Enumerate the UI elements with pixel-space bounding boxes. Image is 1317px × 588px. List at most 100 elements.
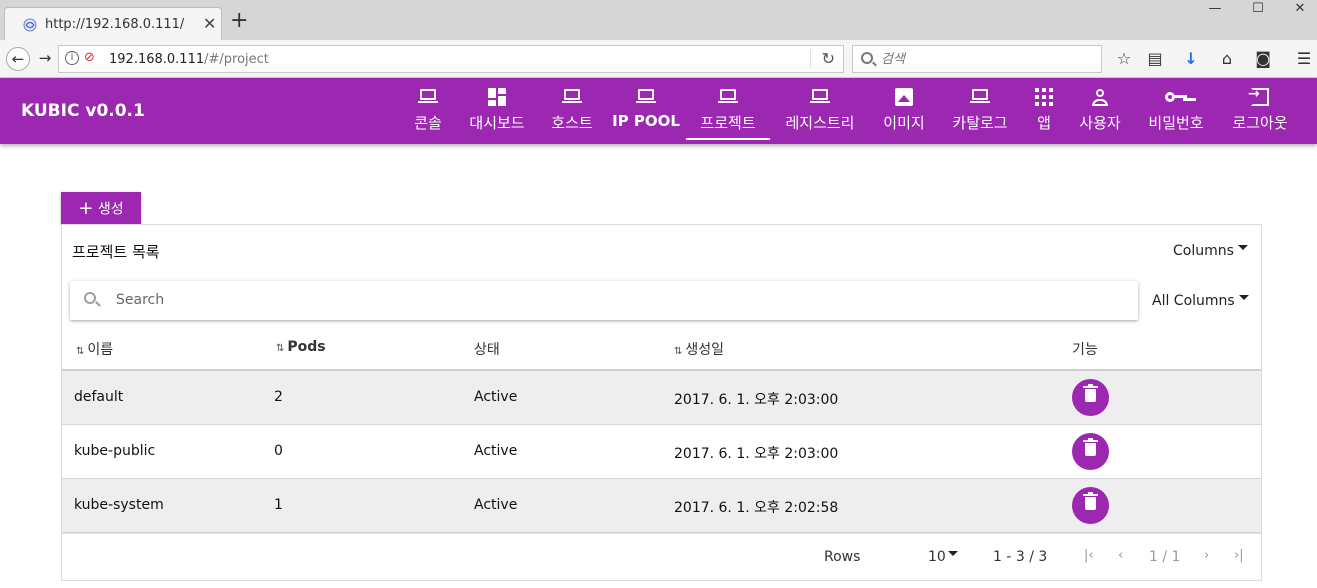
search-input[interactable] bbox=[116, 290, 1116, 310]
column-header-status: 상태 bbox=[474, 342, 500, 358]
project-list-panel: 프로젝트 목록 Columns All Columns ⇅이름 ⇅Pods 상태… bbox=[61, 224, 1262, 581]
url-bar[interactable]: i ⊘ 192.168.0.111/#/project ↻ bbox=[58, 45, 844, 73]
menu-label: IP POOL bbox=[612, 112, 680, 130]
menu-item-catalog[interactable]: 카탈로그 bbox=[944, 78, 1016, 140]
sort-icon: ⇅ bbox=[276, 343, 285, 354]
cell-status: Active bbox=[474, 497, 518, 513]
app-brand[interactable]: KUBIC v0.0.1 bbox=[21, 101, 145, 121]
menu-item-logout[interactable]: 로그아웃 bbox=[1224, 78, 1296, 140]
url-separator bbox=[810, 50, 811, 68]
all-columns-dropdown[interactable]: All Columns bbox=[1152, 293, 1249, 309]
table-row[interactable]: kube-system 1 Active 2017. 6. 1. 오후 2:02… bbox=[62, 479, 1261, 533]
menu-item-project[interactable]: 프로젝트 bbox=[686, 78, 770, 140]
pocket-icon[interactable]: ◙ bbox=[1253, 49, 1273, 69]
menu-item-image[interactable]: 이미지 bbox=[874, 78, 934, 140]
cell-name: default bbox=[74, 389, 124, 405]
column-header-actions: 기능 bbox=[1072, 342, 1098, 358]
table-search bbox=[70, 281, 1138, 320]
cell-pods: 1 bbox=[274, 497, 283, 513]
cell-pods: 0 bbox=[274, 443, 283, 459]
menu-item-console[interactable]: 콘솔 bbox=[406, 78, 450, 140]
sort-icon: ⇅ bbox=[76, 346, 85, 357]
menu-label: 이미지 bbox=[883, 114, 925, 132]
info-icon[interactable]: i bbox=[65, 51, 79, 65]
menu-label: 대시보드 bbox=[469, 114, 525, 132]
cell-pods: 2 bbox=[274, 389, 283, 405]
url-text[interactable]: 192.168.0.111/#/project bbox=[109, 52, 269, 67]
last-page-icon[interactable]: ›| bbox=[1234, 548, 1244, 563]
menu-item-ip-pool[interactable]: IP POOL bbox=[610, 78, 682, 140]
menu-item-host[interactable]: 호스트 bbox=[544, 78, 600, 140]
menu-item-users[interactable]: 사용자 bbox=[1072, 78, 1128, 140]
insecure-lock-icon: ⊘ bbox=[84, 50, 95, 65]
trash-icon bbox=[1083, 438, 1098, 456]
table-row[interactable]: kube-public 0 Active 2017. 6. 1. 오후 2:03… bbox=[62, 425, 1261, 479]
browser-nav-bar: ← → i ⊘ 192.168.0.111/#/project ↻ ☆ ▤ ↓ … bbox=[0, 40, 1317, 78]
delete-button[interactable] bbox=[1072, 487, 1109, 524]
forward-icon[interactable]: → bbox=[33, 47, 57, 71]
menu-label: 호스트 bbox=[551, 114, 593, 132]
caret-down-icon bbox=[1237, 244, 1248, 250]
key-icon bbox=[1165, 91, 1187, 103]
download-icon[interactable]: ↓ bbox=[1181, 49, 1201, 69]
cell-status: Active bbox=[474, 389, 518, 405]
maximize-icon[interactable]: ☐ bbox=[1236, 0, 1280, 20]
image-icon bbox=[895, 88, 913, 106]
menu-label: 로그아웃 bbox=[1232, 114, 1288, 132]
laptop-icon bbox=[970, 89, 990, 103]
panel-title: 프로젝트 목록 bbox=[72, 243, 160, 261]
window-close-icon[interactable]: ✕ bbox=[1278, 0, 1317, 20]
table-pagination: Rows 10 1 - 3 / 3 |‹ ‹ 1 / 1 › ›| bbox=[62, 533, 1261, 581]
first-page-icon[interactable]: |‹ bbox=[1084, 548, 1094, 563]
page-indicator: 1 / 1 bbox=[1149, 549, 1181, 565]
delete-button[interactable] bbox=[1072, 379, 1109, 416]
columns-dropdown[interactable]: Columns bbox=[1173, 243, 1248, 259]
close-icon[interactable]: ✕ bbox=[203, 14, 216, 33]
cell-created: 2017. 6. 1. 오후 2:03:00 bbox=[674, 392, 839, 408]
prev-page-icon[interactable]: ‹ bbox=[1118, 548, 1123, 563]
rows-per-page-select[interactable]: 10 bbox=[928, 549, 958, 565]
trash-icon bbox=[1083, 492, 1098, 510]
minimize-icon[interactable]: — bbox=[1193, 0, 1237, 20]
create-button[interactable]: + 생성 bbox=[61, 192, 141, 224]
laptop-icon bbox=[418, 89, 438, 103]
new-tab-button[interactable]: + bbox=[230, 10, 248, 32]
rows-label: Rows bbox=[824, 549, 861, 565]
browser-search-input[interactable] bbox=[881, 50, 1091, 68]
browser-search-bar[interactable] bbox=[852, 45, 1102, 73]
menu-item-password[interactable]: 비밀번호 bbox=[1140, 78, 1212, 140]
exit-icon bbox=[1248, 86, 1269, 106]
menu-item-registry[interactable]: 레지스트리 bbox=[776, 78, 864, 140]
menu-label: 사용자 bbox=[1079, 114, 1121, 132]
table-row[interactable]: default 2 Active 2017. 6. 1. 오후 2:03:00 bbox=[62, 371, 1261, 425]
menu-label: 프로젝트 bbox=[700, 114, 756, 132]
trash-icon bbox=[1083, 384, 1098, 402]
search-icon bbox=[861, 52, 873, 64]
user-icon bbox=[1091, 88, 1109, 106]
pagination-range: 1 - 3 / 3 bbox=[993, 549, 1048, 565]
cell-created: 2017. 6. 1. 오후 2:02:58 bbox=[674, 500, 839, 516]
apps-icon bbox=[1035, 88, 1053, 106]
laptop-icon bbox=[562, 89, 582, 103]
reading-list-icon[interactable]: ▤ bbox=[1145, 49, 1165, 69]
next-page-icon[interactable]: › bbox=[1204, 548, 1209, 563]
menu-label: 비밀번호 bbox=[1148, 114, 1204, 132]
home-icon[interactable]: ⌂ bbox=[1217, 49, 1237, 69]
delete-button[interactable] bbox=[1072, 433, 1109, 470]
cell-name: kube-system bbox=[74, 497, 164, 513]
menu-label: 콘솔 bbox=[414, 114, 442, 132]
hamburger-menu-icon[interactable]: ☰ bbox=[1294, 49, 1314, 69]
reload-icon[interactable]: ↻ bbox=[822, 49, 835, 68]
menu-item-apps[interactable]: 앱 bbox=[1026, 78, 1062, 140]
menu-item-dashboard[interactable]: 대시보드 bbox=[460, 78, 534, 140]
back-icon[interactable]: ← bbox=[6, 47, 30, 71]
column-header-created[interactable]: ⇅ 생성일 bbox=[674, 339, 724, 359]
dashboard-icon bbox=[488, 88, 506, 106]
column-header-pods[interactable]: ⇅ Pods bbox=[276, 339, 326, 355]
caret-down-icon bbox=[947, 550, 958, 556]
cell-created: 2017. 6. 1. 오후 2:03:00 bbox=[674, 446, 839, 462]
browser-tab[interactable]: http://192.168.0.111/ ✕ bbox=[4, 7, 222, 40]
column-header-name[interactable]: ⇅ 이름 bbox=[76, 339, 113, 359]
bookmark-star-icon[interactable]: ☆ bbox=[1114, 49, 1134, 69]
cell-name: kube-public bbox=[74, 443, 156, 459]
